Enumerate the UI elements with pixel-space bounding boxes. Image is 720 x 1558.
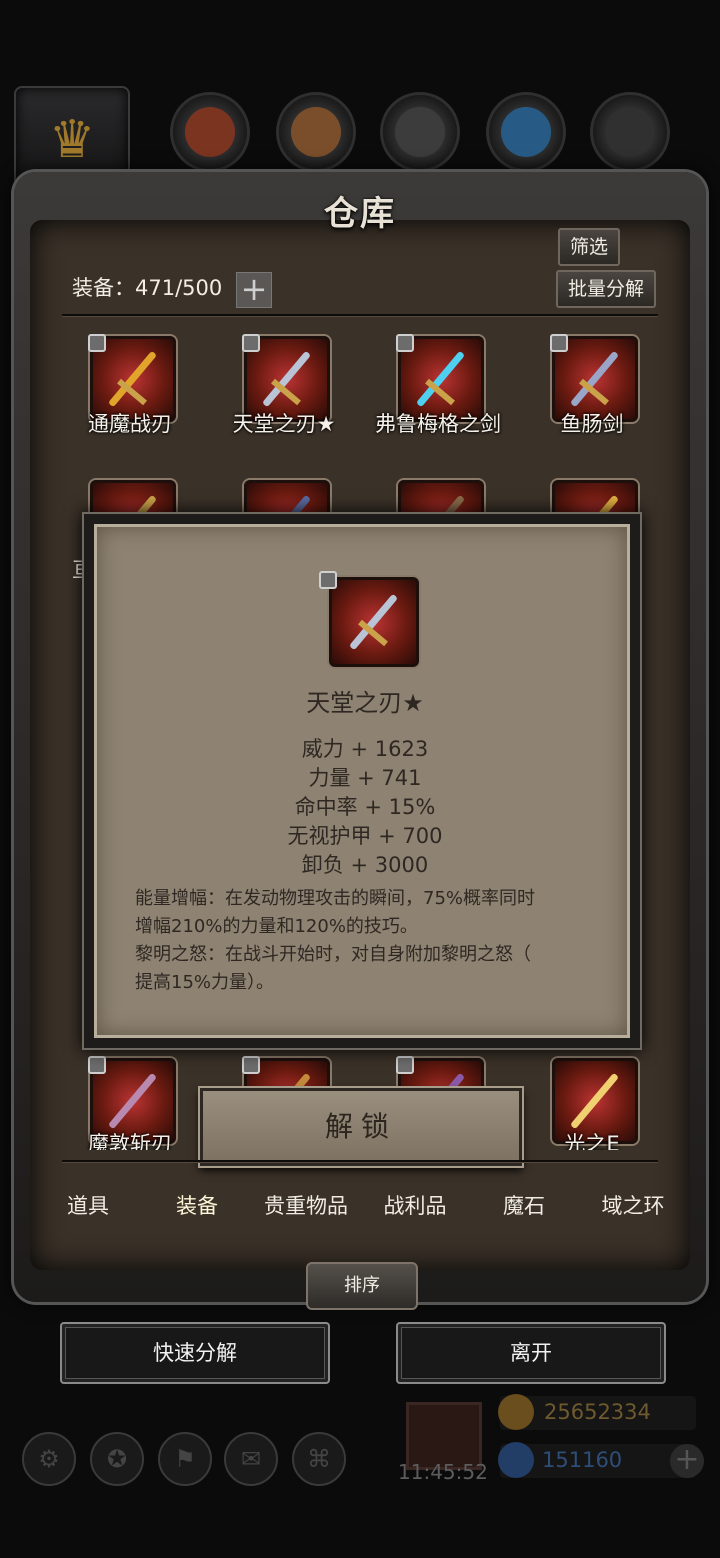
filter-button[interactable]: 筛选 [558, 228, 621, 266]
divider [62, 1160, 658, 1162]
item-detail-popup: 天堂之刃★ 威力 + 1623 力量 + 741 命中率 + 15% 无视护甲 … [82, 512, 642, 1050]
item-name: 魔敦斩刃 [88, 1132, 172, 1150]
lock-icon [88, 334, 106, 352]
leave-button[interactable]: 离开 [396, 1322, 666, 1384]
gem-icon [498, 1442, 534, 1478]
sword-icon [261, 350, 312, 408]
lock-icon [319, 571, 337, 589]
lock-icon [242, 334, 260, 352]
mail-icon[interactable]: ✉ [224, 1432, 278, 1486]
achievement-icon[interactable]: ✪ [90, 1432, 144, 1486]
gold-amount: 25652334 [544, 1400, 651, 1424]
unlock-button[interactable]: 解锁 [200, 1088, 522, 1166]
divider [62, 314, 658, 316]
clock: 11:45:52 [398, 1460, 488, 1484]
sword-icon [107, 1072, 158, 1130]
tab-loot[interactable]: 战利品 [361, 1190, 469, 1220]
stat-accuracy: 命中率 + 15% [294, 795, 436, 819]
quick-dismantle-button[interactable]: 快速分解 [60, 1322, 330, 1384]
item-description-line: 黎明之怒：在战斗开始时，对自身附加黎明之怒（ [135, 944, 531, 965]
item-name: 弗鲁梅格之剑 [375, 412, 501, 436]
resource-meat-icon [170, 92, 250, 172]
resource-ore-icon [380, 92, 460, 172]
sword-icon [107, 350, 158, 408]
map-icon[interactable]: ⌘ [292, 1432, 346, 1486]
expand-capacity-button[interactable]: + [236, 272, 272, 308]
lock-icon [550, 334, 568, 352]
lock-icon [88, 1056, 106, 1074]
lock-icon [396, 1056, 414, 1074]
settings-icon[interactable]: ⚙ [22, 1432, 76, 1486]
guild-icon[interactable]: ⚑ [158, 1432, 212, 1486]
sword-icon [415, 350, 466, 408]
sword-icon [569, 1072, 620, 1130]
sword-icon [348, 593, 399, 651]
resource-wood-icon [276, 92, 356, 172]
tab-valuables[interactable]: 贵重物品 [252, 1190, 360, 1220]
gem-amount: 151160 [542, 1448, 623, 1472]
crown-icon: ♛ [48, 110, 96, 170]
stat-armor-ignore: 无视护甲 + 700 [287, 824, 443, 848]
tab-items[interactable]: 道具 [34, 1190, 142, 1220]
item-name: 通魔战刃 [88, 412, 172, 436]
bulk-dismantle-button[interactable]: 批量分解 [556, 270, 657, 308]
tab-equipment[interactable]: 装备 [143, 1190, 251, 1220]
stat-power: 威力 + 1623 [301, 737, 429, 761]
resource-crystal-icon [486, 92, 566, 172]
item-detail-name: 天堂之刃★ [306, 689, 424, 717]
item-name: 鱼肠剑 [560, 412, 624, 436]
lock-icon [396, 334, 414, 352]
item-detail-icon [329, 577, 419, 667]
lock-icon [242, 1056, 260, 1074]
gold-coin-icon [498, 1394, 534, 1430]
item-description-line: 提高15%力量）。 [135, 972, 275, 993]
add-currency-button[interactable]: + [670, 1444, 704, 1478]
item-name: 光之E [564, 1132, 620, 1150]
sword-icon [569, 350, 620, 408]
item-description-line: 增幅210%的力量和120%的技巧。 [135, 916, 418, 937]
sort-button[interactable]: 排序 [306, 1262, 418, 1310]
item-description-line: 能量增幅：在发动物理攻击的瞬间，75%概率同时 [135, 888, 536, 909]
tab-domain-rings[interactable]: 域之环 [579, 1190, 687, 1220]
equipment-count: 装备：471/500 [72, 276, 223, 300]
item-name: 天堂之刃★ [232, 412, 336, 436]
resource-stone-icon [590, 92, 670, 172]
stat-unload: 卸负 + 3000 [301, 853, 429, 877]
tab-magic-stones[interactable]: 魔石 [470, 1190, 578, 1220]
stat-strength: 力量 + 741 [308, 766, 422, 790]
item-detail-card: 天堂之刃★ 威力 + 1623 力量 + 741 命中率 + 15% 无视护甲 … [94, 524, 630, 1038]
